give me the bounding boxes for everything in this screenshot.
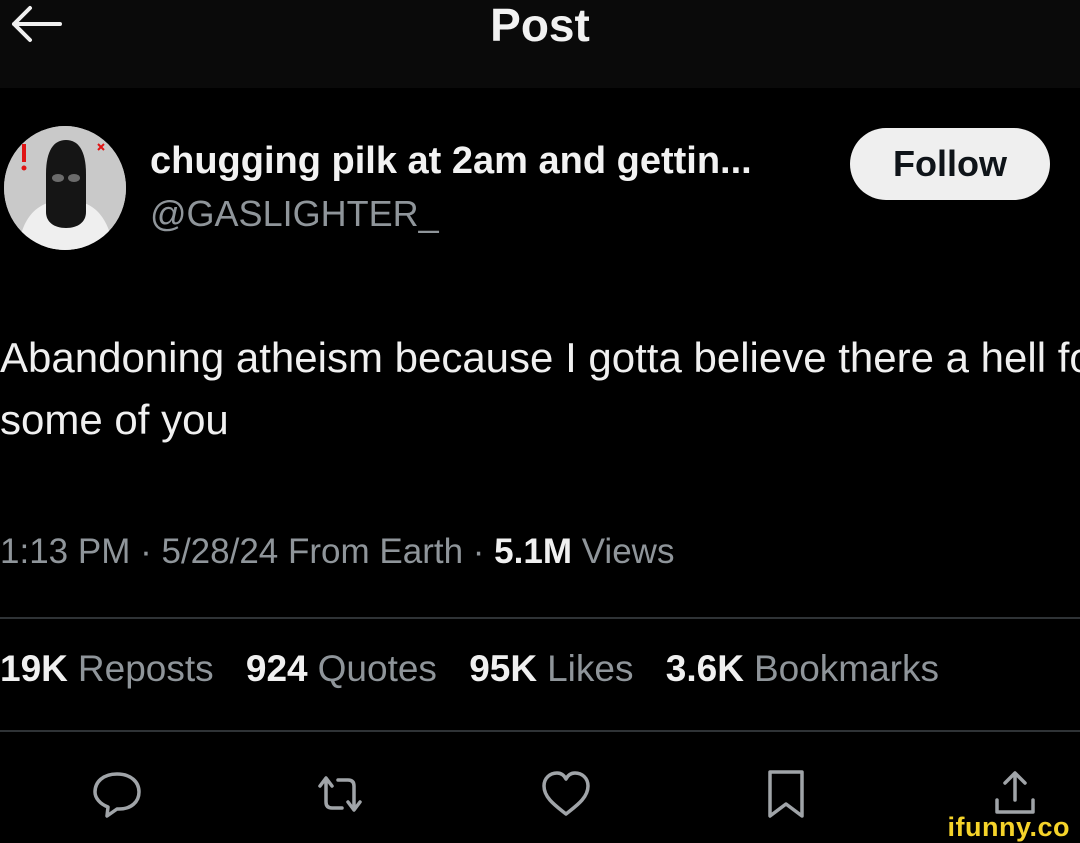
stat-bookmarks[interactable]: 3.6K Bookmarks xyxy=(666,648,939,690)
meta-separator: · xyxy=(472,532,485,571)
divider xyxy=(0,730,1080,732)
views-label[interactable]: Views xyxy=(582,532,675,571)
avatar-image xyxy=(4,126,126,250)
user-handle[interactable]: @GASLIGHTER_ xyxy=(150,193,439,235)
post-time: 1:13 PM xyxy=(0,532,131,571)
bookmark-icon[interactable] xyxy=(756,764,816,824)
engagement-stats: 19K Reposts 924 Quotes 95K Likes 3.6K Bookma… xyxy=(0,648,961,690)
display-name[interactable]: chugging pilk at 2am and gettin... xyxy=(150,140,752,183)
page-title: Post xyxy=(490,0,590,51)
follow-button[interactable]: Follow xyxy=(850,128,1050,200)
post-meta: 1:13 PM · 5/28/24 From Earth · 5.1M View… xyxy=(0,532,674,572)
stat-quotes[interactable]: 924 Quotes xyxy=(246,648,437,690)
watermark: ifunny.co xyxy=(947,812,1070,842)
top-bar: Post xyxy=(0,0,1080,88)
avatar[interactable] xyxy=(4,126,126,250)
repost-icon[interactable] xyxy=(310,764,370,824)
post-location: From Earth xyxy=(288,532,464,571)
stat-reposts[interactable]: 19K Reposts xyxy=(0,648,214,690)
divider xyxy=(0,617,1080,619)
stat-likes[interactable]: 95K Likes xyxy=(469,648,633,690)
post-date: 5/28/24 xyxy=(161,532,279,571)
heart-icon[interactable] xyxy=(536,764,596,824)
comment-icon[interactable] xyxy=(87,764,147,824)
post-text: Abandoning atheism because I gotta belie… xyxy=(0,334,1080,443)
meta-separator: · xyxy=(140,532,152,571)
views-count[interactable]: 5.1M xyxy=(494,532,572,571)
